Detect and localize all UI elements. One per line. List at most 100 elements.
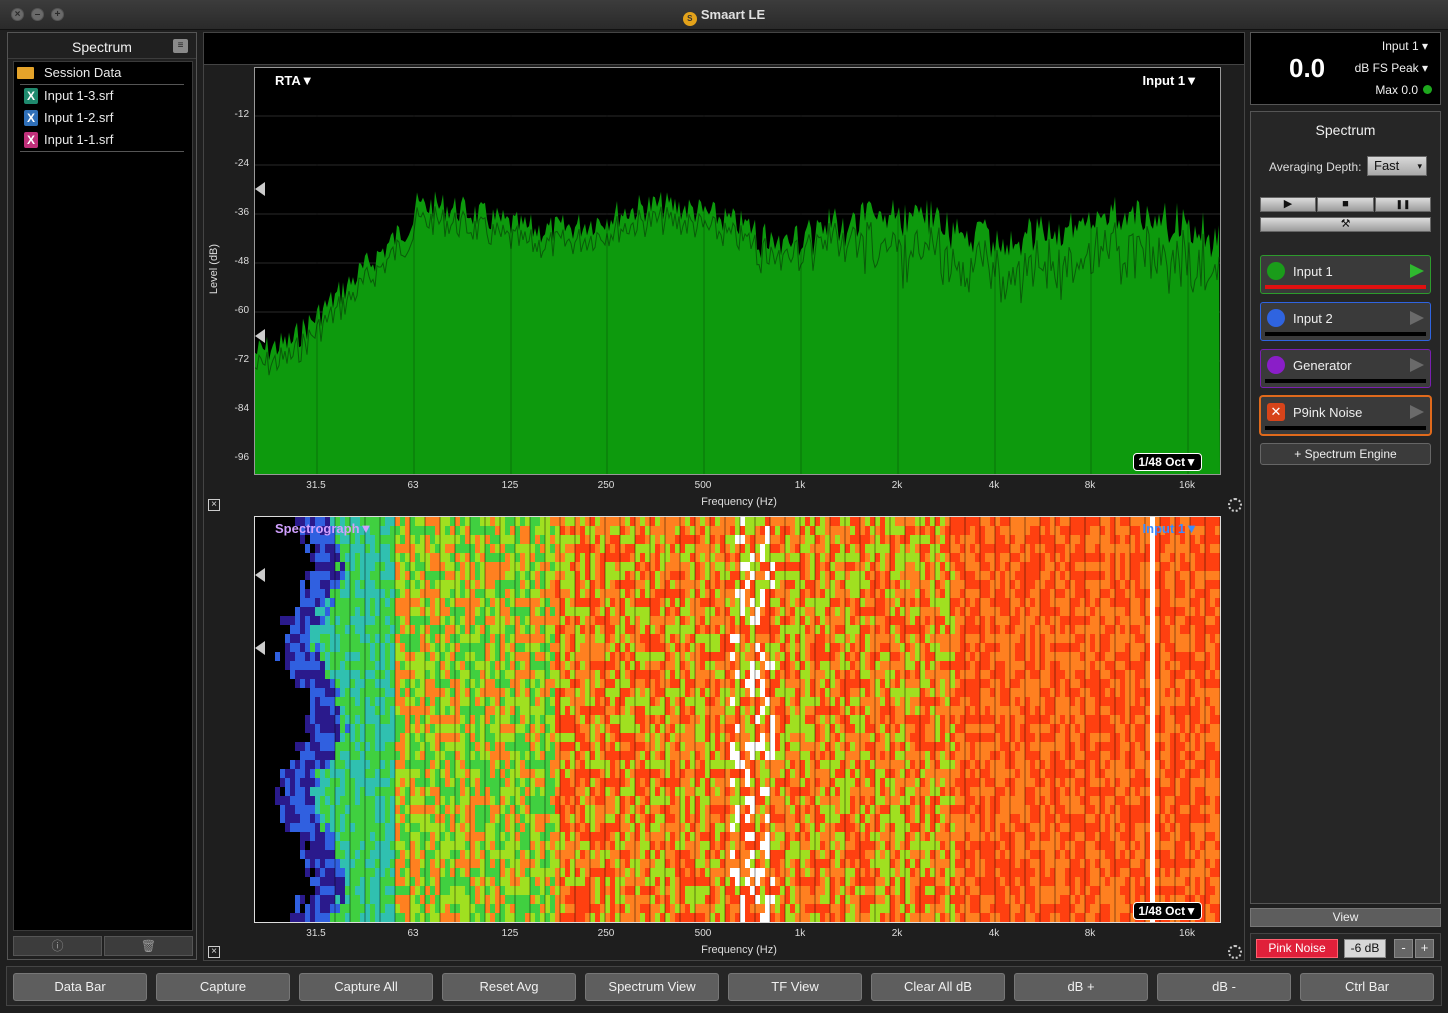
spectrograph-cell — [720, 544, 725, 553]
spectrograph-cell — [400, 877, 405, 886]
spectrograph-cell — [300, 562, 305, 571]
spectrograph-cell — [675, 697, 680, 706]
rta-input-dropdown[interactable]: Input 1▼ — [1143, 73, 1198, 88]
spectrograph-cell — [345, 562, 350, 571]
spectrograph-cell — [685, 670, 690, 679]
spectrograph-cell — [455, 841, 460, 850]
spectrograph-cell — [490, 697, 495, 706]
rta-plot[interactable]: RTA▼ Input 1▼ 1/48 Oct▼ — [254, 67, 1221, 475]
spectrograph-cell — [730, 526, 735, 535]
spectrograph-cell — [470, 886, 475, 895]
rta-settings-gear-icon[interactable] — [1228, 498, 1242, 512]
spectrograph-cell — [565, 877, 570, 886]
spectrograph-cell — [665, 841, 670, 850]
spectrograph-cell — [665, 895, 670, 904]
spectrograph-cell — [325, 553, 330, 562]
spectrograph-cell — [340, 715, 345, 724]
spectrograph-cell — [565, 517, 570, 526]
remove-file-icon[interactable]: X — [24, 110, 38, 126]
spectrograph-cell — [335, 571, 340, 580]
spectrograph-cell — [520, 733, 525, 742]
spectrograph-cell — [625, 535, 630, 544]
spectrograph-cell — [575, 535, 580, 544]
info-icon[interactable]: ⓘ — [13, 936, 102, 956]
spectrograph-cell — [625, 742, 630, 751]
remove-file-icon[interactable]: X — [24, 88, 38, 104]
spectrograph-cell — [370, 832, 375, 841]
spectrograph-cell — [555, 814, 560, 823]
spectrograph-cell — [310, 814, 315, 823]
spectrograph-plot[interactable]: Spectrograph▼ Input 1▼ 1/48 Oct▼ — [254, 516, 1221, 923]
remove-file-icon[interactable]: X — [24, 132, 38, 148]
spectrograph-cell — [555, 589, 560, 598]
spectrograph-cell — [795, 517, 800, 526]
spectrograph-cell — [310, 634, 315, 643]
spectrograph-cell — [630, 688, 635, 697]
spectrograph-cell — [260, 850, 265, 859]
spectrograph-cell — [525, 886, 530, 895]
spectrograph-cell — [780, 598, 785, 607]
rta-resolution-dropdown[interactable]: 1/48 Oct▼ — [1133, 453, 1202, 471]
spectrograph-cell — [320, 814, 325, 823]
spectrograph-cell — [350, 562, 355, 571]
spectrograph-cell — [795, 688, 800, 697]
spectrograph-cell — [460, 607, 465, 616]
spectrograph-cell — [370, 769, 375, 778]
spectrograph-cell — [385, 850, 390, 859]
spectrograph-cell — [300, 643, 305, 652]
spectrograph-cell — [530, 868, 535, 877]
spectrograph-cell — [540, 517, 545, 526]
spectrograph-cell — [645, 886, 650, 895]
spectrograph-cell — [790, 679, 795, 688]
session-folder[interactable]: Session Data — [14, 62, 192, 84]
close-rta-icon[interactable]: × — [208, 499, 220, 511]
spectrograph-cell — [350, 904, 355, 913]
spectrograph-cell — [565, 706, 570, 715]
spectrograph-cell — [660, 652, 665, 661]
spectrograph-cell — [655, 616, 660, 625]
spectrograph-cell — [715, 796, 720, 805]
spectrograph-cell — [320, 553, 325, 562]
spectrograph-cell — [755, 895, 760, 904]
spectrograph-cell — [610, 571, 615, 580]
spectrograph-cell — [475, 598, 480, 607]
spectrograph-cell — [445, 589, 450, 598]
spectrograph-cell — [405, 679, 410, 688]
spectrograph-cell — [740, 544, 745, 553]
spectrograph-cell — [420, 787, 425, 796]
spectrograph-cell — [780, 706, 785, 715]
rta-mode-dropdown[interactable]: RTA▼ — [275, 73, 314, 88]
menu-icon[interactable]: ≡ — [173, 39, 188, 53]
spectrograph-cell — [380, 589, 385, 598]
spectrograph-cell — [755, 544, 760, 553]
spectrograph-cell — [440, 517, 445, 526]
spectrograph-cell — [450, 607, 455, 616]
trash-icon[interactable]: 🗑 — [104, 936, 193, 956]
spectrograph-cell — [535, 832, 540, 841]
spectrograph-cell — [600, 598, 605, 607]
file-item[interactable]: X Input 1-1.srf — [14, 129, 192, 151]
lower-range-handle[interactable] — [255, 329, 265, 343]
file-item[interactable]: X Input 1-3.srf — [14, 85, 192, 107]
spectrograph-cell — [615, 580, 620, 589]
spectrograph-cell — [255, 706, 260, 715]
spectrograph-cell — [480, 652, 485, 661]
spectrograph-cell — [725, 904, 730, 913]
spectrograph-cell — [480, 634, 485, 643]
spectrograph-cell — [425, 679, 430, 688]
spectrograph-cell — [795, 562, 800, 571]
spectrograph-cell — [590, 517, 595, 526]
spectrograph-cell — [635, 751, 640, 760]
upper-range-handle[interactable] — [255, 182, 265, 196]
spectrograph-cell — [415, 598, 420, 607]
spectrograph-cell — [470, 751, 475, 760]
spectrograph-cell — [330, 535, 335, 544]
spectrograph-cell — [390, 742, 395, 751]
spectrograph-cell — [520, 625, 525, 634]
spectrograph-cell — [395, 841, 400, 850]
spectrograph-cell — [555, 832, 560, 841]
spectrograph-cell — [425, 652, 430, 661]
file-item[interactable]: X Input 1-2.srf — [14, 107, 192, 129]
spectrograph-cell — [420, 805, 425, 814]
spectrograph-cell — [595, 850, 600, 859]
